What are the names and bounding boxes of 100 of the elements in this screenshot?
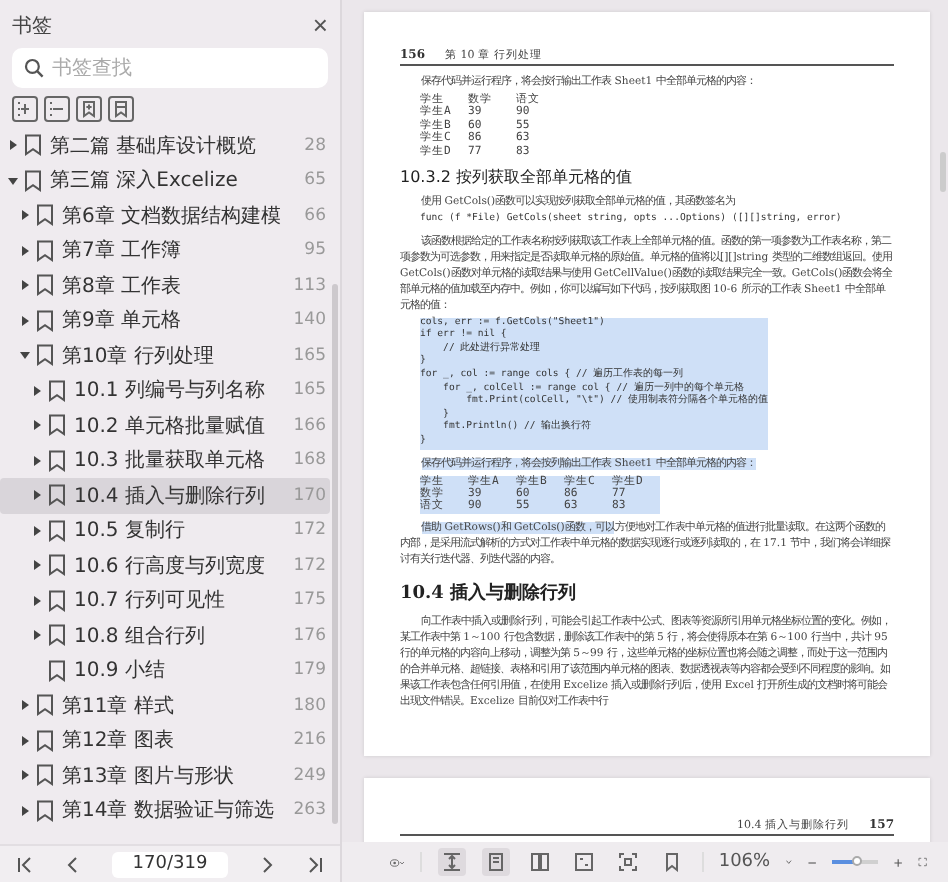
expand-toggle-icon[interactable] — [32, 630, 42, 641]
fit-page-button[interactable] — [569, 848, 598, 876]
bookmark-item[interactable]: 第12章 图表 216 — [0, 723, 330, 758]
expand-toggle-icon[interactable] — [20, 315, 30, 326]
expand-toggle-icon[interactable] — [32, 525, 42, 536]
bookmark-item[interactable]: 第14章 数据验证与筛选 263 — [0, 793, 330, 828]
bookmark-item[interactable]: 第三篇 深入Excelize 65 — [0, 163, 330, 198]
bookmark-icon[interactable] — [108, 96, 134, 122]
bookmark-icon — [48, 414, 66, 437]
caret-icon[interactable] — [786, 858, 792, 866]
page-number: 179 — [293, 660, 326, 681]
expand-toggle-icon[interactable] — [20, 280, 30, 291]
bookmark-item[interactable]: 10.7 行列可见性 175 — [0, 583, 330, 618]
zoom-in-icon[interactable] — [894, 853, 903, 871]
bookmark-item[interactable]: 10.4 插入与删除行列 170 — [0, 478, 330, 513]
add-bookmark-icon[interactable] — [76, 96, 102, 122]
two-page-button[interactable] — [525, 848, 554, 876]
bookmark-label: 10.8 组合行列 — [74, 623, 207, 650]
bookmark-item[interactable]: 第13章 图片与形状 249 — [0, 758, 330, 793]
page-number: 113 — [293, 275, 326, 296]
bookmark-icon — [36, 799, 54, 822]
bookmark-icon — [48, 484, 66, 507]
bookmark-icon — [24, 134, 42, 157]
zoom-level[interactable]: 106% — [718, 852, 771, 872]
expand-toggle-icon[interactable] — [32, 455, 42, 466]
fit-page-icon — [573, 852, 594, 872]
last-page-icon[interactable] — [306, 855, 324, 873]
two-page-icon — [529, 852, 550, 872]
bookmark-icon — [661, 852, 682, 872]
next-page-icon[interactable] — [258, 855, 276, 873]
fit-height-button[interactable] — [437, 848, 466, 876]
bookmark-icon — [36, 309, 54, 332]
first-page-icon[interactable] — [16, 855, 34, 873]
expand-toggle-icon[interactable] — [32, 560, 42, 571]
page-number: 166 — [293, 415, 326, 436]
eye-icon[interactable] — [390, 853, 405, 871]
bookmark-item[interactable]: 10.6 行高度与列宽度 172 — [0, 548, 330, 583]
actual-size-icon — [617, 852, 638, 872]
bookmark-item[interactable]: 第7章 工作簿 95 — [0, 233, 330, 268]
bookmark-item[interactable]: 第二篇 基础库设计概览 28 — [0, 128, 330, 163]
page-number: 165 — [293, 380, 326, 401]
page-number: 95 — [304, 240, 326, 261]
bookmark-label: 第11章 样式 — [62, 693, 176, 720]
bookmark-item[interactable]: 第6章 文档数据结构建模 66 — [0, 198, 330, 233]
expand-toggle-icon[interactable] — [8, 175, 18, 186]
previous-page-icon[interactable] — [64, 855, 82, 873]
single-page-icon — [485, 852, 506, 872]
bookmark-item[interactable]: 10.5 复制行 172 — [0, 513, 330, 548]
bookmark-label: 第12章 图表 — [62, 727, 176, 755]
bookmark-label: 10.1 列编号与列名称 — [74, 377, 267, 405]
bookmark-icon — [48, 624, 66, 647]
bookmark-item[interactable]: 第9章 单元格 140 — [0, 303, 330, 338]
expand-toggle-icon[interactable] — [32, 420, 42, 431]
collapse-all-icon[interactable] — [44, 96, 70, 122]
bookmark-item[interactable]: 第10章 行列处理 165 — [0, 338, 330, 373]
expand-toggle-icon[interactable] — [20, 210, 30, 221]
bookmark-label: 10.7 行列可见性 — [74, 587, 227, 615]
page-field[interactable]: 170/319 — [112, 851, 228, 877]
actual-size-button[interactable] — [613, 848, 642, 876]
page-number: 140 — [293, 310, 326, 331]
bookmark-item[interactable]: 10.3 批量获取单元格 168 — [0, 443, 330, 478]
bookmark-label: 第13章 图片与形状 — [62, 763, 236, 790]
bookmark-label: 10.6 行高度与列宽度 — [74, 553, 267, 580]
section-heading: 10.3.2 按列获取全部单元格的值 — [400, 166, 634, 189]
bookmark-item[interactable]: 10.1 列编号与列名称 165 — [0, 373, 330, 408]
bookmark-item[interactable]: 10.2 单元格批量赋值 166 — [0, 408, 330, 443]
expand-toggle-icon[interactable] — [20, 735, 30, 746]
bookmark-icon — [36, 764, 54, 787]
bookmark-label: 10.9 小结 — [74, 657, 167, 685]
expand-all-icon[interactable] — [12, 96, 38, 122]
page-number: 172 — [293, 555, 326, 576]
fit-height-icon — [441, 852, 462, 872]
fullscreen-icon[interactable] — [918, 852, 929, 872]
bookmark-item[interactable]: 第8章 工作表 113 — [0, 268, 330, 303]
section-heading: 10.4 插入与删除行列 — [400, 580, 579, 606]
expand-toggle-icon[interactable] — [20, 350, 30, 361]
bookmark-label: 第7章 工作簿 — [62, 237, 184, 265]
search-field[interactable]: 书签查找 — [12, 48, 328, 88]
bookmark-item[interactable]: 第11章 样式 180 — [0, 688, 330, 723]
bookmark-item[interactable]: 10.9 小结 179 — [0, 653, 330, 688]
bookmark-label: 第三篇 深入Excelize — [50, 167, 240, 195]
bookmark-icon — [36, 274, 54, 297]
bookmark-label: 第9章 单元格 — [62, 307, 184, 335]
page-number: 180 — [293, 695, 326, 716]
bookmark-icon — [36, 344, 54, 367]
expand-toggle-icon[interactable] — [20, 245, 30, 256]
page-number: 165 — [293, 345, 326, 366]
bookmark-label: 10.2 单元格批量赋值 — [74, 413, 267, 440]
expand-toggle-icon[interactable] — [32, 595, 42, 606]
expand-toggle-icon[interactable] — [32, 490, 42, 501]
expand-toggle-icon[interactable] — [8, 140, 18, 151]
expand-toggle-icon[interactable] — [20, 700, 30, 711]
bookmark-item[interactable]: 10.8 组合行列 176 — [0, 618, 330, 653]
expand-toggle-icon[interactable] — [20, 805, 30, 816]
slider-thumb[interactable] — [852, 856, 863, 866]
close-button[interactable]: × — [312, 12, 328, 38]
single-page-button[interactable] — [481, 848, 510, 876]
expand-toggle-icon[interactable] — [20, 770, 30, 781]
expand-toggle-icon[interactable] — [32, 385, 42, 396]
page-number: 28 — [304, 135, 326, 156]
